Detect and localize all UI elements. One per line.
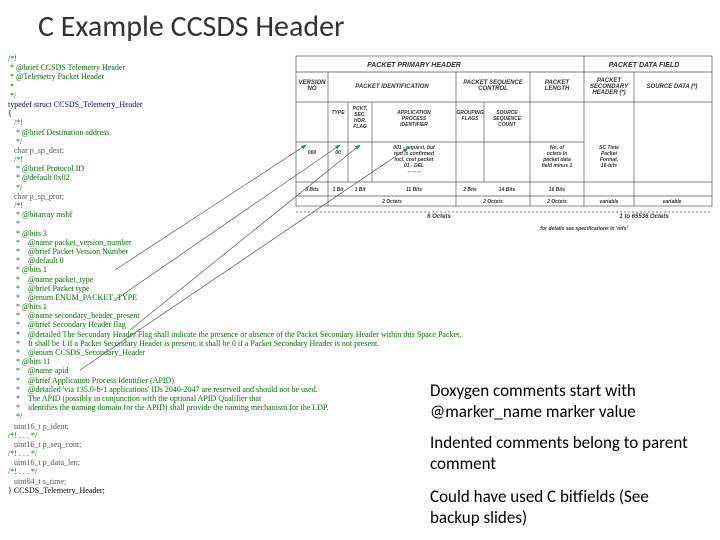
field-type: char	[8, 192, 30, 201]
semi: ;	[62, 146, 64, 155]
field: uint64_t s_time;	[8, 477, 66, 486]
cmt-line: * @brief Application Process Identifier …	[8, 376, 174, 385]
note-noof: No. ofoctets inpacket datafield minus 1	[542, 145, 573, 169]
cmt-line: */	[8, 183, 22, 192]
sub-srccnt: SOURCESEQUENCECOUNT	[493, 110, 522, 128]
semi: ;	[62, 192, 64, 201]
cmt-line: * @bits 11	[8, 357, 51, 366]
ccsds-diagram: text { font-family: Arial, sans-serif; f…	[294, 54, 714, 234]
w-2oct3: 2 Octets	[546, 199, 567, 205]
note-000: 000	[308, 150, 317, 156]
col-srcdata: SOURCE DATA (*)	[647, 84, 698, 90]
cmt-line: /*! . . . */	[8, 467, 37, 476]
cmt-line: */	[8, 137, 22, 146]
bits-ver: 3 Bits	[305, 187, 319, 193]
cmt-line: * @name apid	[8, 366, 68, 375]
cmt-line: * @name secondary_header_present	[8, 311, 140, 320]
cmt-line: * @Telemetry Packet Header	[8, 72, 104, 81]
cmt-line: * @brief Destination address	[8, 128, 109, 137]
cmt-line: /*!	[8, 54, 17, 63]
field-name: p_sp_dest	[30, 146, 62, 155]
cmt-line: /*!	[8, 155, 23, 164]
cmt-line: * The APID (possibly in conjunction with…	[8, 394, 261, 403]
col-seqctrl: PACKET SEQUENCECONTROL	[463, 80, 524, 92]
cmt-line: /*! . . . */	[8, 449, 37, 458]
cmt-line: * @default 0x02	[8, 173, 70, 182]
bits-cnt: 14 Bits	[499, 187, 516, 193]
field-type: char	[8, 146, 30, 155]
w-2oct: 2 Octets	[381, 199, 402, 205]
footer-range: 1 to 65536 Octets	[619, 214, 669, 220]
note-cost: 001 - request, buttext is confirmedincl.…	[393, 145, 435, 175]
cmt-line: */	[8, 91, 16, 100]
col-sechdr: PACKETSECONDARYHEADER (*)	[590, 78, 629, 96]
w-var: variable	[600, 199, 619, 205]
footer-6oct: 6 Octets	[427, 214, 451, 220]
typedef-kw: typedef struct	[8, 100, 54, 109]
note-spec: for details see specifications in 'refs'	[540, 226, 628, 232]
cmt-line: *	[8, 82, 14, 91]
field: uint16_t p_ident;	[8, 422, 69, 431]
cmt-line: */	[8, 412, 22, 421]
cmt-line: * @bits 3	[8, 229, 47, 238]
field: uint16_t p_seq_cont;	[8, 440, 81, 449]
field-name: p_sp_prot	[30, 192, 62, 201]
cmt-line: * @name packet_version_number	[8, 238, 132, 247]
cmt-line: * identifies the naming domain for the A…	[8, 403, 329, 412]
cmt-line: * @detailed 'via 135.0-b-1 applications'…	[8, 385, 318, 394]
sub-grping: GROUPINGFLAGS	[456, 110, 483, 122]
cmt-line: * @enum CCSDS_Secondary_Header	[8, 348, 145, 357]
cmt-line: * @bitarray msbf	[8, 210, 72, 219]
w-var2: variable	[663, 199, 682, 205]
hdr-primary: PACKET PRIMARY HEADER	[367, 62, 461, 69]
note-00: 00	[335, 150, 341, 156]
bits-grp: 2 Bits	[462, 187, 477, 193]
cmt-line: * @enum ENUM_PACKET_TYPE	[8, 293, 137, 302]
cmt-line: * @name packet_type	[8, 275, 93, 284]
cmt-line: * @default 0	[8, 256, 64, 265]
annotation-bitfields: Could have used C bitfields (See backup …	[430, 486, 700, 529]
col-pktlen: PACKETLENGTH	[545, 80, 571, 92]
cmt-line: * @brief Protocol ID	[8, 164, 84, 173]
annotation-indent: Indented comments belong to parent comme…	[430, 432, 700, 475]
bits-flag: 1 Bit	[355, 187, 366, 193]
cmt-line: * It shall be 1 if a Packet Secondary He…	[8, 339, 379, 348]
cmt-line: * @brief Secondary Header flag	[8, 320, 126, 329]
slide-title: C Example CCSDS Header	[0, 0, 720, 51]
bits-type: 1 Bit	[333, 187, 344, 193]
sub-apid: APPLICATIONPROCESSIDENTIFIER	[396, 110, 431, 128]
cmt-line: * @brief Packet type	[8, 284, 90, 293]
cmt-line: *	[8, 219, 20, 228]
sub-pckt: PCKT.SEC.HDR.FLAG	[353, 106, 368, 130]
note-sctime: SC TimePacketFormat,16-bits	[599, 145, 619, 169]
cmt-line: * @bits 1	[8, 265, 47, 274]
col-version: VERSIONNO	[298, 80, 326, 92]
cmt-line: * @detailed The Secondary Header Flag sh…	[8, 330, 461, 339]
brace: {	[8, 109, 12, 118]
cmt-line: /*!	[8, 201, 23, 210]
typedef-name: CCSDS_Telemetry_Header	[54, 100, 143, 109]
cmt-line: /*! . . . */	[8, 431, 37, 440]
cmt-line: * @brief Packet Version Number	[8, 247, 128, 256]
bits-len: 16 Bits	[549, 187, 566, 193]
cmt-line: * @bits 1	[8, 302, 47, 311]
close-struct: } CCSDS_Telemetry_Header;	[8, 486, 105, 495]
sub-type: TYPE	[331, 110, 345, 116]
field: uint16_t p_data_len;	[8, 458, 80, 467]
cmt-line: * @brief CCSDS Telemetry Header	[8, 63, 125, 72]
cmt-line: /*!	[8, 118, 23, 127]
annotation-doxygen: Doxygen comments start with @marker_name…	[430, 380, 700, 423]
col-pktid: PACKET IDENTIFICATION	[355, 84, 429, 90]
bits-apid: 11 Bits	[406, 187, 422, 193]
w-2oct2: 2 Octets	[482, 199, 503, 205]
hdr-datafield: PACKET DATA FIELD	[609, 62, 680, 69]
